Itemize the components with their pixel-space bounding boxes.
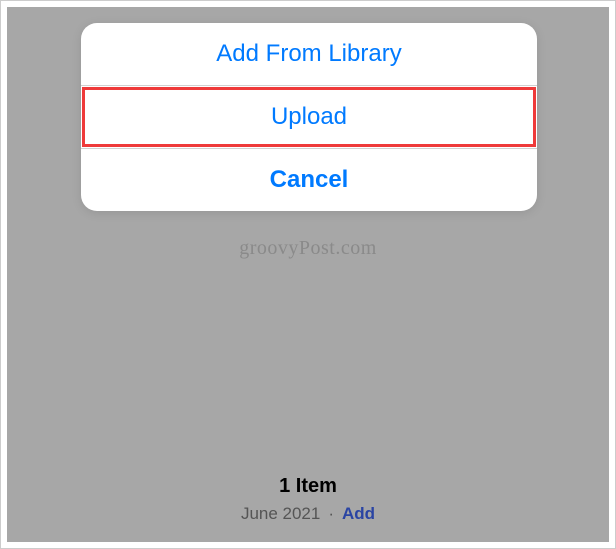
- cancel-button[interactable]: Cancel: [81, 149, 537, 211]
- cancel-label: Cancel: [270, 166, 349, 194]
- add-from-library-label: Add From Library: [216, 40, 401, 68]
- upload-label: Upload: [271, 103, 347, 131]
- bottom-info: 1 Item June 2021 · Add: [7, 475, 609, 524]
- separator-dot: ·: [328, 504, 334, 524]
- action-sheet: Add From Library Upload Cancel: [81, 23, 537, 211]
- screenshot-frame: Add From Library Upload Cancel groovyPos…: [0, 0, 616, 549]
- add-from-library-button[interactable]: Add From Library: [81, 23, 537, 85]
- date-row: June 2021 · Add: [7, 504, 609, 524]
- upload-button[interactable]: Upload: [81, 86, 537, 148]
- date-label: June 2021: [241, 504, 320, 524]
- watermark-text: groovyPost.com: [7, 237, 609, 260]
- background-area: Add From Library Upload Cancel groovyPos…: [7, 7, 609, 542]
- item-count-label: 1 Item: [7, 475, 609, 498]
- add-link[interactable]: Add: [342, 504, 375, 524]
